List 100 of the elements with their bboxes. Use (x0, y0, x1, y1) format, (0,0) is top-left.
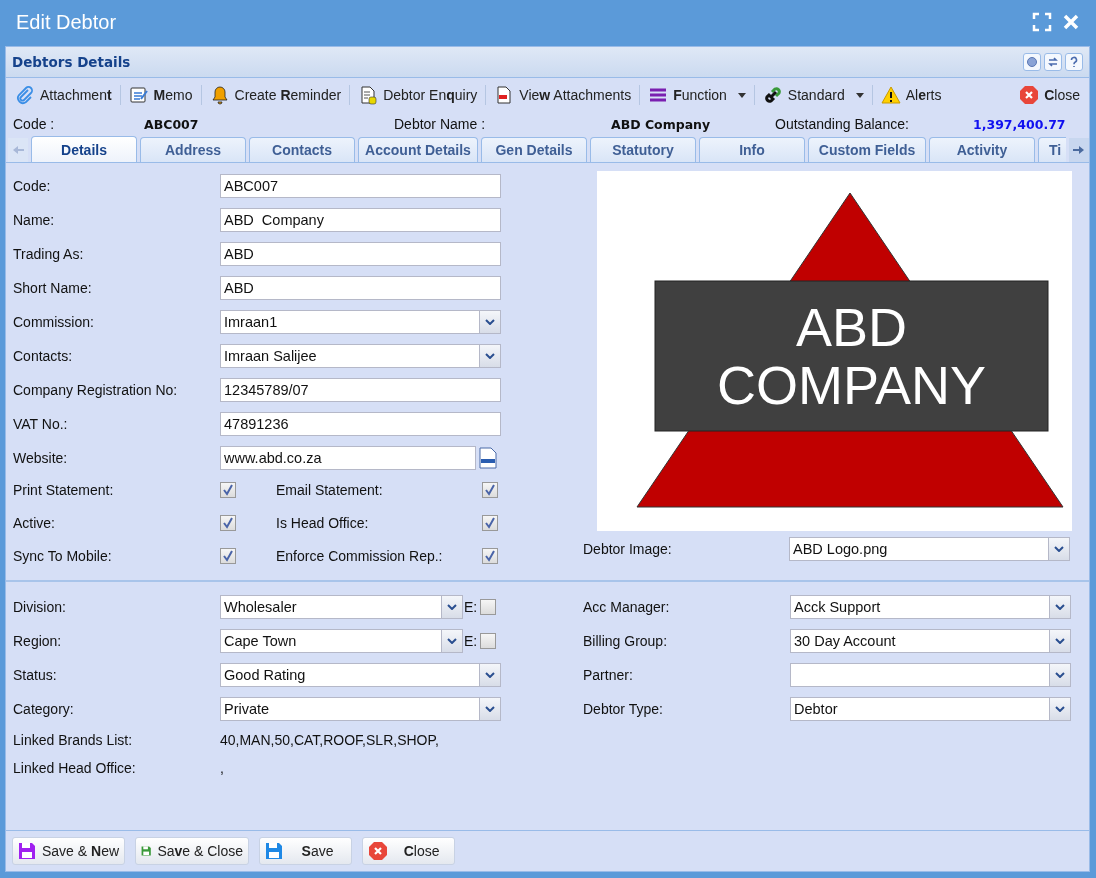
field-label: Category: (13, 701, 75, 717)
right-arrow-icon[interactable] (1073, 145, 1085, 155)
footer-button[interactable]: Save & Close (135, 837, 250, 865)
field-label: Acc Manager: (583, 599, 671, 615)
tab[interactable]: Activity (929, 137, 1035, 162)
memo-icon (128, 85, 149, 105)
help-icon[interactable] (1065, 53, 1083, 71)
dropdown-field[interactable]: Wholesaler (220, 595, 463, 619)
web-page-icon[interactable] (478, 447, 498, 469)
checkbox-label: E: (464, 599, 478, 615)
chevron-down-icon[interactable] (447, 638, 457, 644)
input-field[interactable]: ABD (220, 276, 501, 300)
input-field[interactable]: ABD Company (220, 208, 501, 232)
toolbar-button[interactable]: Close (1016, 81, 1083, 109)
debtor-name-label: Debtor Name : (394, 116, 486, 132)
dropdown-field[interactable]: 30 Day Account (790, 629, 1071, 653)
checkbox[interactable] (220, 481, 236, 498)
dropdown-field[interactable]: Debtor (790, 697, 1071, 721)
balance-value: 1,397,400.77 (973, 116, 1066, 132)
toolbar-button[interactable]: Standard (759, 81, 867, 109)
checkbox-label: Print Statement: (13, 481, 115, 498)
input-field[interactable]: ABC007 (220, 174, 501, 198)
field-label: Commission: (13, 314, 95, 330)
field-label: Website: (13, 450, 69, 466)
input-field[interactable]: 12345789/07 (220, 378, 501, 402)
bell-icon (209, 85, 230, 105)
chevron-down-icon[interactable] (485, 672, 495, 678)
dropdown-field[interactable]: Acck Support (790, 595, 1071, 619)
toolbar-button[interactable]: Alerts (877, 81, 945, 109)
input-field[interactable]: ABD (220, 242, 501, 266)
chevron-down-icon[interactable] (1054, 546, 1064, 552)
field-label: VAT No.: (13, 416, 69, 432)
checkbox[interactable] (482, 547, 498, 564)
dropdown-field[interactable]: Imraan1 (220, 310, 501, 334)
chevron-down-icon[interactable] (1055, 672, 1065, 678)
tab[interactable]: Contacts (249, 137, 355, 162)
dropdown-field[interactable] (790, 663, 1071, 687)
maximize-icon[interactable] (1032, 12, 1052, 32)
dropdown-field[interactable]: Good Rating (220, 663, 501, 687)
logo-drawing: ABD COMPANY (597, 171, 1072, 531)
dropdown-field[interactable]: ABD Logo.png (789, 537, 1070, 561)
checkbox[interactable] (480, 599, 497, 615)
field-label: Company Registration No: (13, 382, 179, 398)
footer-button[interactable]: Save (259, 837, 353, 865)
chevron-down-icon[interactable] (447, 604, 457, 610)
input-field[interactable]: www.abd.co.za (220, 446, 476, 470)
tab[interactable]: Account Details (358, 137, 478, 162)
field-label: Linked Head Office: (13, 760, 137, 776)
footer-button[interactable]: Close (362, 837, 456, 865)
tab[interactable]: Info (699, 137, 805, 162)
chevron-down-icon[interactable] (1055, 706, 1065, 712)
checkbox[interactable] (220, 514, 236, 531)
footer-button[interactable]: Save & New (12, 837, 126, 865)
field-label: Contacts: (13, 348, 74, 364)
paperclip-icon (15, 85, 35, 105)
list-icon (648, 85, 669, 105)
tab[interactable]: Ti (1038, 137, 1066, 162)
chevron-down-icon[interactable] (485, 706, 495, 712)
field-label: Name: (13, 212, 56, 228)
field-label: Code: (13, 178, 52, 194)
chevron-down-icon[interactable] (1055, 638, 1065, 644)
checkbox[interactable] (220, 547, 236, 564)
tab[interactable]: Address (140, 137, 246, 162)
chevron-down-icon[interactable] (1055, 604, 1065, 610)
code-label: Code : (13, 116, 55, 132)
checkbox[interactable] (482, 481, 498, 498)
window-title: Edit Debtor (16, 10, 117, 34)
chevron-down-icon[interactable] (485, 319, 495, 325)
checkbox-label: Enforce Commission Rep.: (276, 547, 444, 564)
toolbar-button[interactable]: Memo (125, 81, 196, 109)
field-label: Linked Brands List: (13, 732, 134, 748)
debtor-name-value: ABD Company (611, 116, 711, 132)
link-icon (762, 85, 783, 105)
refresh-icon[interactable] (1044, 53, 1062, 71)
balance-label: Outstanding Balance: (775, 116, 909, 132)
dropdown-field[interactable]: Imraan Salijee (220, 344, 501, 368)
tab[interactable]: Statutory (590, 137, 696, 162)
checkbox[interactable] (480, 633, 497, 649)
close-icon[interactable] (1062, 13, 1080, 31)
toolbar-button[interactable]: Create Reminder (206, 81, 345, 109)
toolbar-button[interactable]: Function (645, 81, 749, 109)
code-value: ABC007 (144, 116, 199, 132)
chevron-down-icon[interactable] (485, 353, 495, 359)
tab[interactable]: Gen Details (481, 137, 587, 162)
field-label: Region: (13, 633, 63, 649)
panel-title: Debtors Details (12, 54, 131, 70)
dropdown-field[interactable]: Cape Town (220, 629, 463, 653)
toolbar-button[interactable]: Attachment (12, 81, 115, 109)
checkbox[interactable] (482, 514, 498, 531)
tab[interactable]: Custom Fields (808, 137, 926, 162)
document-icon (358, 85, 379, 105)
toolbar-button[interactable]: Debtor Enquiry (355, 81, 481, 109)
field-label: Debtor Image: (583, 541, 673, 557)
field-value: 40,MAN,50,CAT,ROOF,SLR,SHOP, (220, 732, 439, 748)
toolbar-button[interactable]: View Attachments (491, 81, 635, 109)
dropdown-field[interactable]: Private (220, 697, 501, 721)
field-label: Division: (13, 599, 67, 615)
field-label: Status: (13, 667, 58, 683)
tab[interactable]: Details (31, 136, 137, 162)
input-field[interactable]: 47891236 (220, 412, 501, 436)
